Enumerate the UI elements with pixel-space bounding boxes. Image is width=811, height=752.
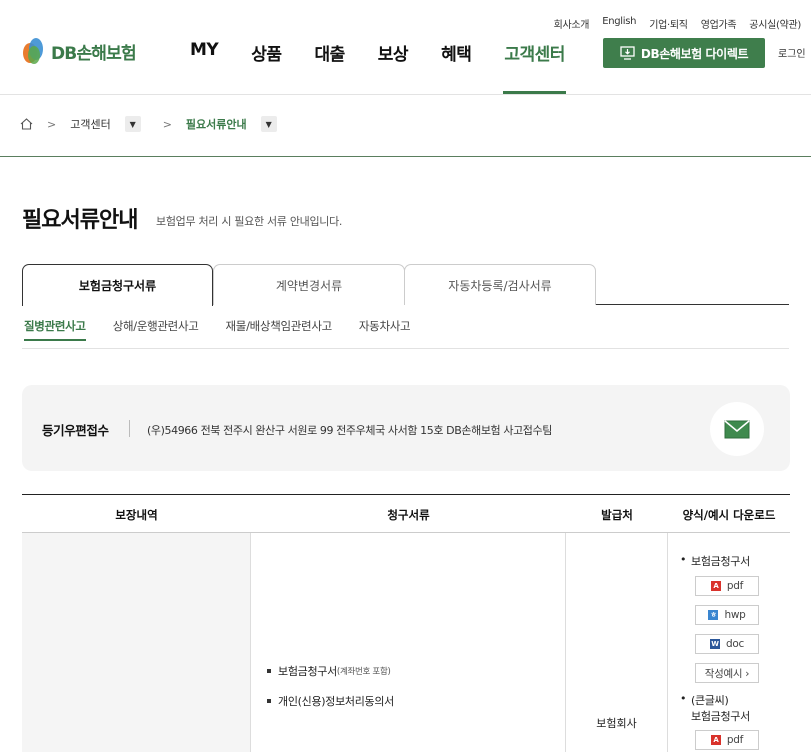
hwp-icon: ㅎ: [708, 610, 719, 620]
subtab-divider: [22, 348, 789, 349]
util-link-company[interactable]: 회사소개: [554, 16, 590, 31]
breadcrumb-level2-dropdown-icon[interactable]: ▼: [260, 116, 277, 132]
list-item: 개인(신용)정보처리동의서: [267, 693, 394, 709]
download-group-label: 보험금청구서: [691, 555, 750, 568]
word-icon: W: [710, 639, 721, 649]
download-cell: • 보험금청구서 A pdf ㅎ hwp W doc 작성예시 › • (큰글씨…: [680, 553, 790, 752]
document-note: (계좌번호 포함): [336, 667, 391, 677]
documents-list: 보험금청구서 (계좌번호 포함) 개인(신용)정보처리동의서: [267, 663, 394, 723]
header-coverage: 보장내역: [115, 508, 158, 522]
registered-mail-label: 등기우편접수: [42, 423, 109, 438]
nav-item-benefits[interactable]: 혜택: [441, 40, 472, 94]
util-link-sales[interactable]: 영업가족: [701, 16, 737, 31]
breadcrumb: > 고객센터 ▼ > 필요서류안내 ▼: [20, 116, 277, 132]
nav-item-customer-center[interactable]: 고객센터: [503, 40, 566, 94]
download-hwp-button[interactable]: ㅎ hwp: [695, 605, 759, 625]
documents-table: 보장내역 청구서류 발급처 양식/예시 다운로드 보험금청구서 (계좌번호 포함…: [22, 494, 790, 752]
header-documents: 청구서류: [387, 508, 430, 522]
page-subtitle: 보험업무 처리 시 필요한 서류 안내입니다.: [156, 215, 343, 228]
envelope-icon: [724, 419, 750, 438]
documents-cell: 보험금청구서 (계좌번호 포함) 개인(신용)정보처리동의서: [251, 533, 566, 752]
bullet-icon: [267, 669, 271, 673]
util-link-corporate[interactable]: 기업·퇴직: [649, 16, 688, 31]
registered-mail-address: (우)54966 전북 전주시 완산구 서원로 99 전주우체국 사서함 15호…: [147, 424, 552, 437]
download-pdf-label: pdf: [726, 580, 744, 592]
download-group-title: • (큰글씨): [680, 692, 790, 708]
download-pdf-label: pdf: [726, 734, 744, 746]
db-logo-icon: [23, 38, 43, 64]
tab-claim-documents[interactable]: 보험금청구서류: [22, 264, 213, 306]
utility-nav: 회사소개 English 기업·퇴직 영업가족 공시실(약관): [554, 16, 802, 31]
direct-button[interactable]: DB손해보험 다이렉트: [603, 38, 765, 68]
bullet-icon: [267, 699, 271, 703]
util-link-english[interactable]: English: [602, 16, 636, 31]
document-name: 개인(신용)정보처리동의서: [278, 695, 395, 708]
breadcrumb-separator-icon: >: [47, 117, 57, 131]
breadcrumb-level1[interactable]: 고객센터: [70, 116, 110, 132]
bullet-icon: •: [680, 553, 687, 566]
tab-contract-change-documents[interactable]: 계약변경서류: [213, 264, 405, 305]
subtab-injury[interactable]: 상해/운행관련사고: [113, 318, 199, 341]
document-tabs: 보험금청구서류 계약변경서류 자동차등록/검사서류: [22, 264, 789, 306]
list-item: 보험금청구서 (계좌번호 포함): [267, 663, 394, 679]
logo-text: DB손해보험: [51, 43, 137, 64]
logo[interactable]: DB손해보험: [21, 36, 137, 66]
nav-item-products[interactable]: 상품: [251, 40, 282, 94]
divider: [129, 420, 130, 437]
download-group-title: • 보험금청구서: [680, 553, 790, 569]
nav-item-my[interactable]: MY: [190, 40, 219, 94]
direct-button-label: DB손해보험 다이렉트: [640, 46, 749, 61]
breadcrumb-level2[interactable]: 필요서류안내: [186, 116, 247, 132]
download-large-pdf-button[interactable]: A pdf: [695, 730, 759, 750]
mail-icon-circle: [710, 402, 764, 456]
pdf-icon: A: [710, 735, 721, 745]
subtab-property-liability[interactable]: 재물/배상책임관련사고: [226, 318, 333, 341]
main-nav: MY 상품 대출 보상 혜택 고객센터: [190, 40, 598, 94]
page-title: 필요서류안내: [22, 208, 138, 233]
issuer-text: 보험회사: [596, 717, 637, 730]
breadcrumb-separator-icon: >: [162, 117, 172, 131]
subtabs: 질병관련사고 상해/운행관련사고 재물/배상책임관련사고 자동차사고: [24, 318, 437, 341]
home-icon[interactable]: [20, 118, 33, 130]
nav-item-loans[interactable]: 대출: [315, 40, 346, 94]
table-row: 보험금청구서 (계좌번호 포함) 개인(신용)정보처리동의서 보험회사: [22, 533, 790, 752]
example-button[interactable]: 작성예시 ›: [695, 663, 759, 683]
header-download: 양식/예시 다운로드: [682, 508, 776, 522]
tab-vehicle-documents[interactable]: 자동차등록/검사서류: [404, 264, 596, 305]
nav-item-claims[interactable]: 보상: [378, 40, 409, 94]
download-doc-button[interactable]: W doc: [695, 634, 759, 654]
monitor-download-icon: [620, 46, 635, 60]
header-divider: [0, 94, 811, 95]
table-header: 보장내역 청구서류 발급처 양식/예시 다운로드: [22, 495, 790, 533]
download-hwp-label: hwp: [724, 609, 746, 621]
coverage-cell: [22, 533, 251, 752]
download-group-label: (큰글씨): [691, 694, 729, 707]
download-doc-label: doc: [726, 638, 744, 650]
subtab-auto[interactable]: 자동차사고: [359, 318, 411, 341]
header-issuer: 발급처: [601, 508, 633, 522]
util-link-disclosure[interactable]: 공시실(약관): [749, 16, 801, 31]
login-link[interactable]: 로그인: [778, 45, 806, 60]
issuer-cell: 보험회사: [566, 533, 668, 752]
download-pdf-button[interactable]: A pdf: [695, 576, 759, 596]
breadcrumb-divider: [0, 156, 811, 157]
registered-mail-box: 등기우편접수 (우)54966 전북 전주시 완산구 서원로 99 전주우체국 …: [22, 385, 790, 471]
bullet-icon: •: [680, 692, 687, 705]
download-group-label: 보험금청구서: [691, 710, 750, 723]
document-name: 보험금청구서: [278, 665, 337, 678]
subtab-disease[interactable]: 질병관련사고: [24, 318, 86, 341]
breadcrumb-level1-dropdown-icon[interactable]: ▼: [124, 116, 141, 132]
pdf-icon: A: [710, 581, 721, 591]
example-label: 작성예시 ›: [704, 667, 750, 680]
